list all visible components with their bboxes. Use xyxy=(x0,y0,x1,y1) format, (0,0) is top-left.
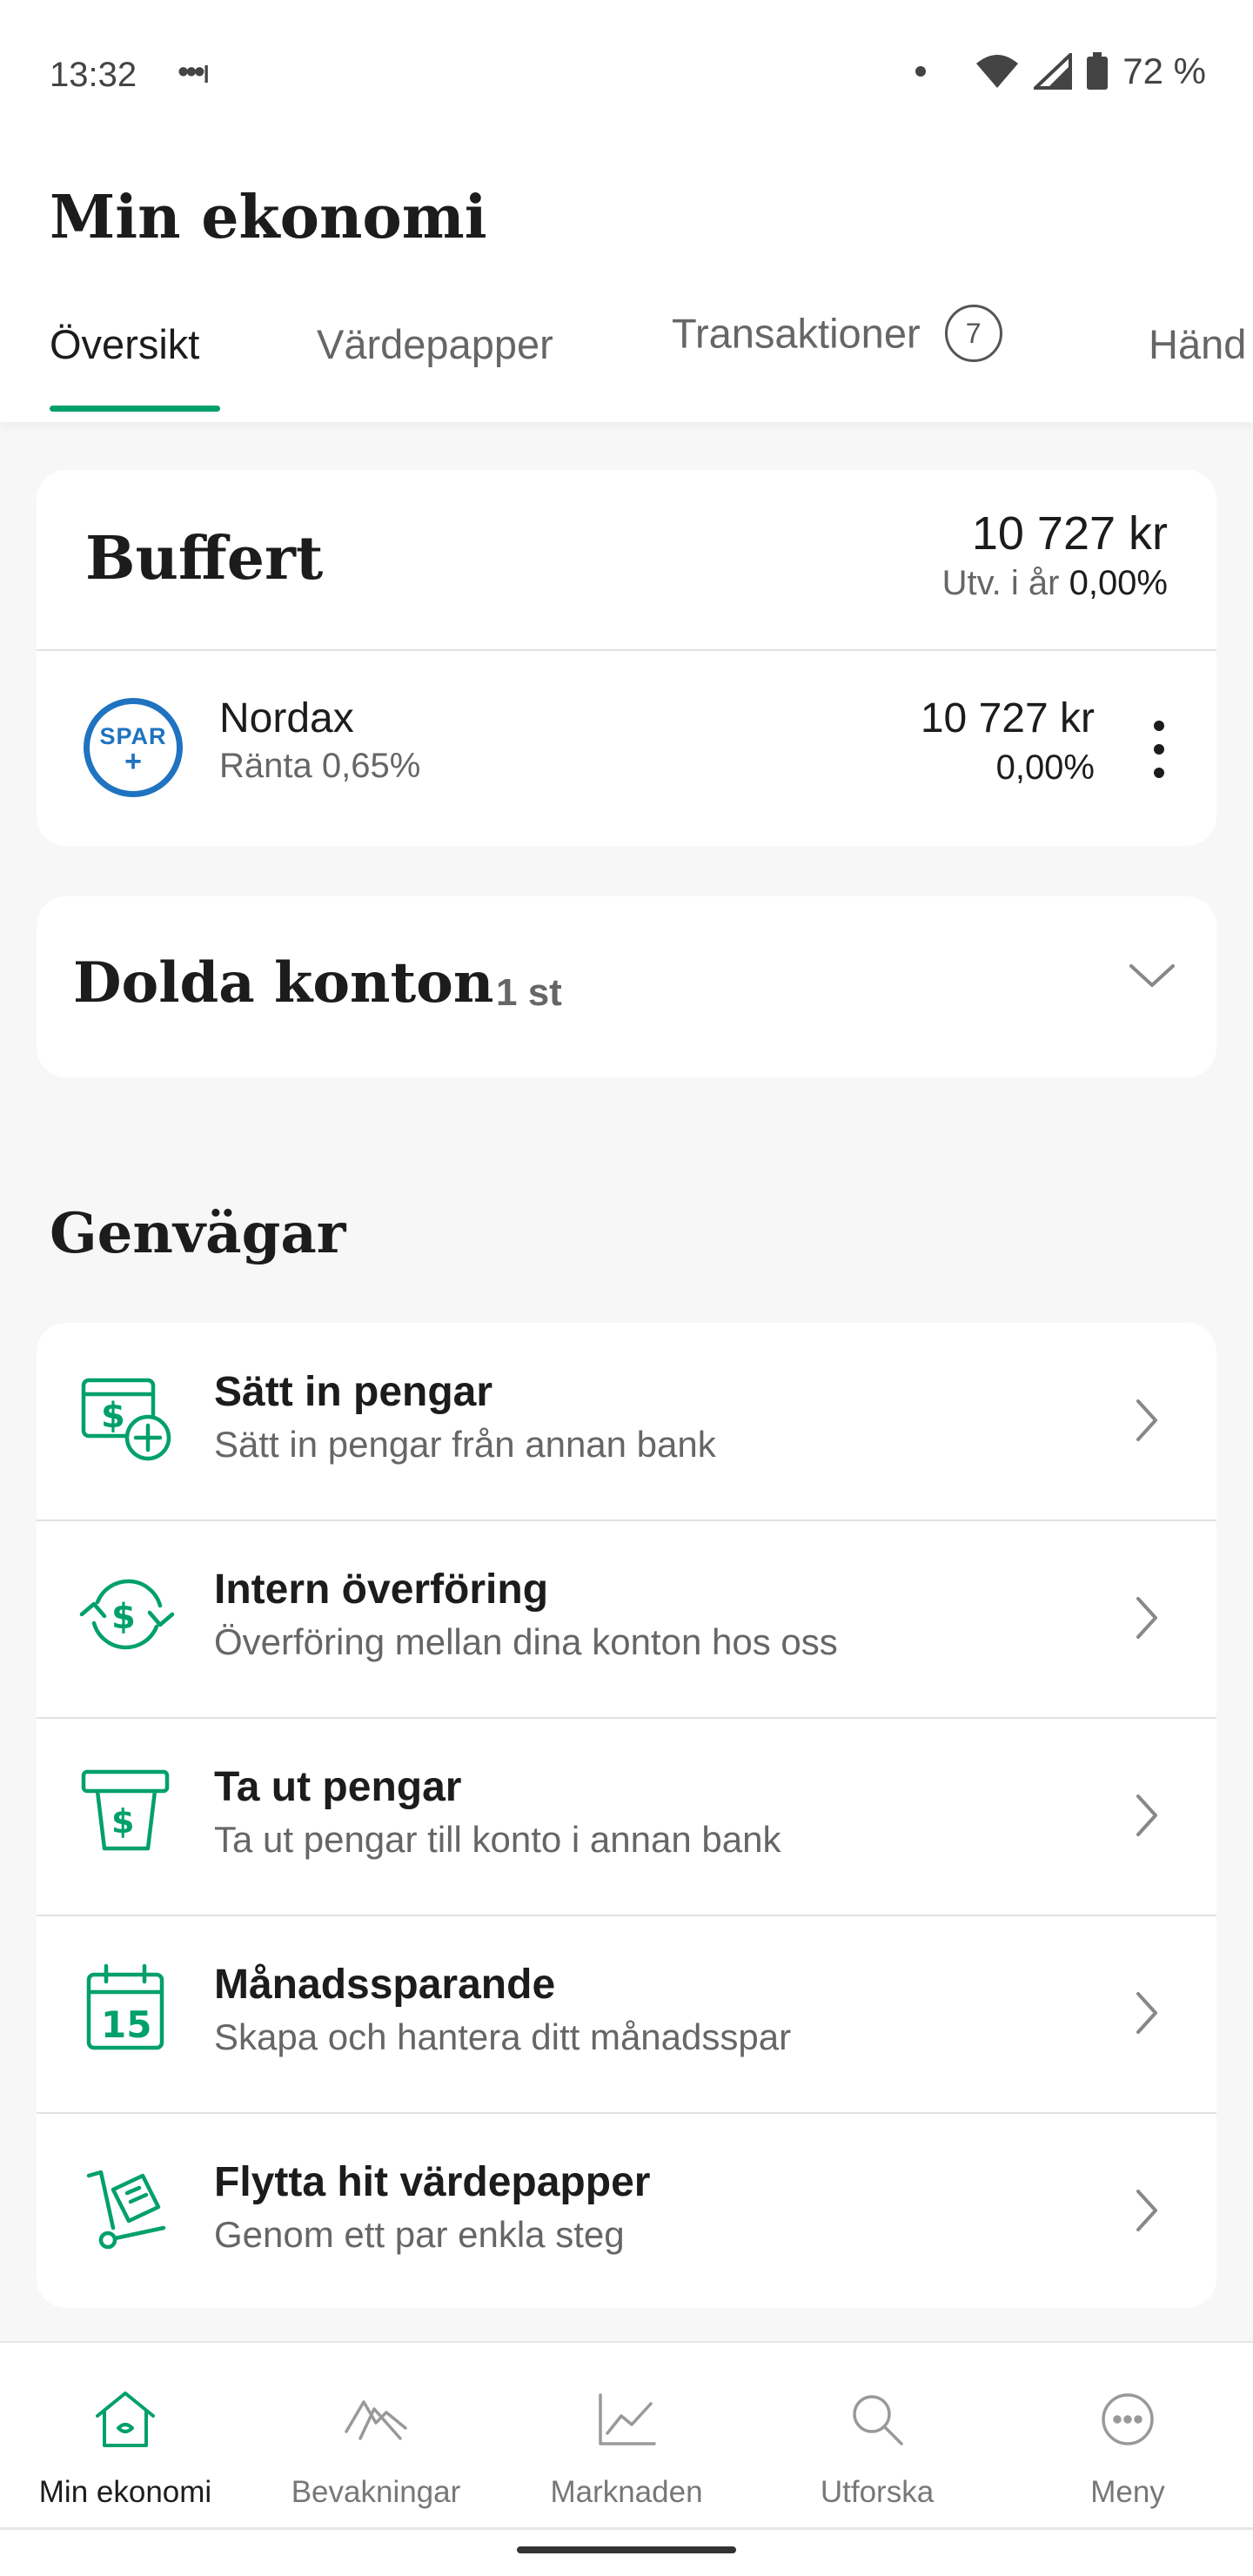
shortcuts-title: Genvägar xyxy=(50,1201,346,1266)
shortcut-title: Intern överföring xyxy=(214,1566,549,1613)
nav-bevakningar[interactable]: Bevakningar xyxy=(251,2343,501,2534)
chevron-right-icon xyxy=(1136,1399,1157,1441)
bottom-navigation: Min ekonomi Bevakningar Marknaden Utfors… xyxy=(0,2341,1253,2576)
shortcut-internal-transfer[interactable]: $ Intern överföring Överföring mellan di… xyxy=(37,1520,1216,1717)
signal-dots: •••ı xyxy=(178,54,211,91)
nav-meny[interactable]: Meny xyxy=(1002,2343,1253,2534)
buffert-title: Buffert xyxy=(85,524,324,594)
tab-vardepapper[interactable]: Värdepapper xyxy=(317,320,553,368)
nav-label: Marknaden xyxy=(550,2475,703,2509)
divider xyxy=(37,649,1216,651)
buffert-amount: 10 727 kr xyxy=(971,507,1168,560)
page-title: Min ekonomi xyxy=(50,183,487,252)
svg-text:15: 15 xyxy=(101,2003,151,2046)
tab-label: Översikt xyxy=(50,321,200,367)
nav-label: Min ekonomi xyxy=(38,2475,212,2509)
transaction-count-badge: 7 xyxy=(944,305,1002,362)
nav-label: Meny xyxy=(1090,2475,1165,2509)
nav-label: Utforska xyxy=(820,2475,935,2509)
tab-oversikt[interactable]: Översikt xyxy=(50,320,199,368)
page-header: Min ekonomi Översikt Värdepapper Transak… xyxy=(0,148,1253,422)
chevron-right-icon xyxy=(1136,1992,1157,2034)
tab-label: Händ xyxy=(1149,321,1247,367)
status-icons: 72 % xyxy=(915,50,1206,92)
tab-transaktioner[interactable]: Transaktioner 7 xyxy=(672,305,1002,366)
battery-icon xyxy=(1087,52,1109,90)
withdraw-icon: $ xyxy=(81,1769,170,1851)
status-bar: 13:32 •••ı 72 % xyxy=(0,0,1253,148)
shortcut-move-securities[interactable]: Flytta hit värdepapper Genom ett par enk… xyxy=(37,2113,1216,2310)
battery-percent: 72 % xyxy=(1122,50,1206,91)
nav-min-ekonomi[interactable]: Min ekonomi xyxy=(0,2343,251,2534)
shortcut-title: Flytta hit värdepapper xyxy=(214,2159,651,2205)
shortcut-deposit[interactable]: $ Sätt in pengar Sätt in pengar från ann… xyxy=(37,1323,1216,1519)
shortcut-title: Månadssparande xyxy=(214,1962,556,2008)
growth-label: Utv. i år xyxy=(941,564,1060,602)
buffert-growth: Utv. i år 0,00% xyxy=(942,564,1168,603)
account-amount: 10 727 kr xyxy=(920,695,1095,741)
deposit-icon: $ xyxy=(81,1378,171,1461)
shortcut-subtitle: Genom ett par enkla steg xyxy=(214,2214,625,2255)
chart-icon xyxy=(599,2393,656,2445)
chevron-right-icon xyxy=(1136,1794,1157,1836)
growth-value: 0,00% xyxy=(1069,564,1168,602)
hidden-accounts-title: Dolda konton xyxy=(73,950,494,1016)
shortcut-subtitle: Ta ut pengar till konto i annan bank xyxy=(214,1819,781,1860)
nav-label: Bevakningar xyxy=(291,2475,461,2509)
account-rate: Ränta 0,65% xyxy=(219,747,421,785)
account-name: Nordax xyxy=(219,695,354,741)
svg-text:$: $ xyxy=(111,1802,134,1841)
shortcuts-list: $ Sätt in pengar Sätt in pengar från ann… xyxy=(37,1323,1216,2308)
shortcut-title: Sätt in pengar xyxy=(214,1369,493,1415)
move-securities-icon xyxy=(86,2170,166,2250)
nav-marknaden[interactable]: Marknaden xyxy=(501,2343,752,2534)
chevron-down-icon[interactable] xyxy=(1126,957,1178,992)
hidden-accounts-card[interactable]: Dolda konton 1 st xyxy=(37,896,1216,1077)
home-indicator[interactable] xyxy=(517,2546,736,2553)
shortcut-monthly-saving[interactable]: 15 Månadssparande Skapa och hantera ditt… xyxy=(37,1915,1216,2112)
tab-handelser[interactable]: Händ xyxy=(1149,320,1246,368)
svg-text:$: $ xyxy=(111,1597,136,1637)
menu-icon xyxy=(1102,2393,1154,2445)
divider xyxy=(0,2527,1253,2530)
calendar-icon: 15 xyxy=(86,1963,164,2050)
status-time: 13:32 xyxy=(50,56,137,94)
hidden-accounts-count: 1 st xyxy=(496,971,562,1014)
svg-text:$: $ xyxy=(101,1396,125,1436)
tab-label: Transaktioner xyxy=(672,310,921,357)
shortcut-subtitle: Sätt in pengar från annan bank xyxy=(214,1424,716,1465)
shortcut-subtitle: Skapa och hantera ditt månadsspar xyxy=(214,2016,792,2057)
watch-icon xyxy=(345,2400,407,2440)
buffert-card[interactable]: Buffert 10 727 kr Utv. i år 0,00% SPAR +… xyxy=(37,470,1216,846)
wifi-icon xyxy=(976,55,1019,88)
more-options-icon[interactable] xyxy=(1154,721,1166,778)
search-icon xyxy=(853,2395,903,2445)
notification-dot-icon xyxy=(915,66,927,77)
account-percent: 0,00% xyxy=(995,748,1095,787)
chevron-right-icon xyxy=(1136,1597,1157,1639)
shortcut-title: Ta ut pengar xyxy=(214,1764,462,1810)
transfer-icon: $ xyxy=(79,1579,175,1650)
shortcut-subtitle: Överföring mellan dina konton hos oss xyxy=(214,1621,838,1662)
shortcut-withdraw[interactable]: $ Ta ut pengar Ta ut pengar till konto i… xyxy=(37,1718,1216,1915)
chevron-right-icon xyxy=(1136,2190,1157,2231)
home-icon xyxy=(96,2392,155,2447)
active-tab-indicator xyxy=(50,406,220,412)
cell-signal-icon xyxy=(1034,53,1073,90)
spar-logo: SPAR + xyxy=(84,698,183,797)
nav-utforska[interactable]: Utforska xyxy=(752,2343,1002,2534)
tab-label: Värdepapper xyxy=(317,321,553,367)
